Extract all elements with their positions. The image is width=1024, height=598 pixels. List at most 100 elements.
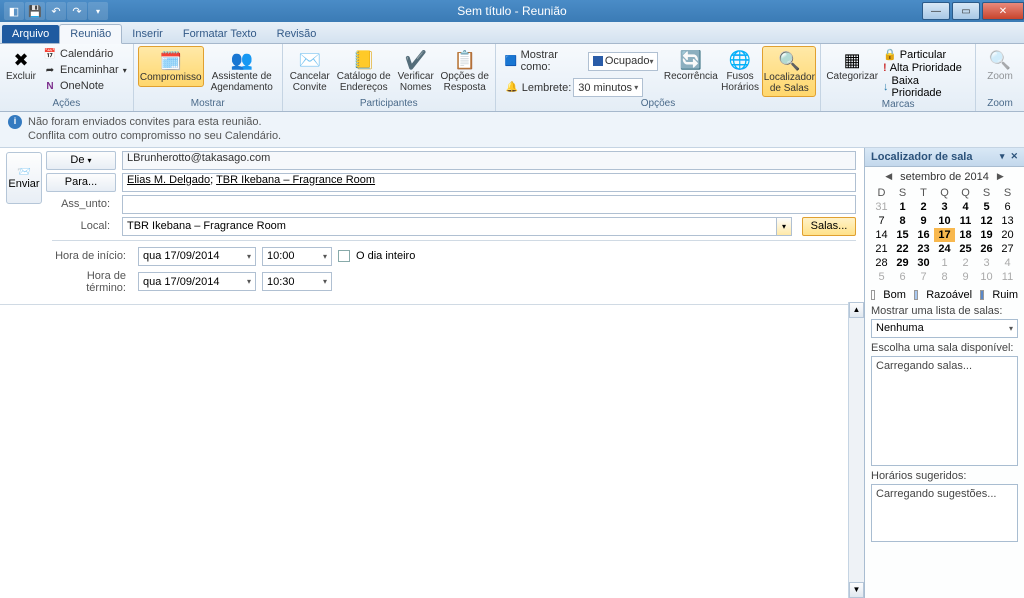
tab-reuniao[interactable]: Reunião	[59, 24, 122, 44]
salas-button[interactable]: Salas...	[802, 217, 856, 236]
calendar-day[interactable]: 31	[871, 200, 892, 214]
calendar-day[interactable]: 11	[955, 214, 976, 228]
scroll-up-icon[interactable]: ▲	[849, 302, 864, 318]
calendar-day[interactable]: 10	[976, 270, 997, 284]
calendar-day[interactable]: 29	[892, 256, 913, 270]
date-end-select[interactable]: qua 17/09/2014▾	[138, 272, 256, 291]
calendar-day[interactable]: 6	[892, 270, 913, 284]
alta-prioridade-button[interactable]: !Alta Prioridade	[881, 62, 971, 74]
date-start-select[interactable]: qua 17/09/2014▾	[138, 247, 256, 266]
local-dropdown[interactable]: ▾	[776, 217, 792, 236]
para-recipient-2[interactable]: TBR Ikebana – Fragrance Room	[216, 174, 375, 186]
salas-disponiveis-list[interactable]: Carregando salas...	[871, 356, 1018, 466]
lembrete-select[interactable]: 30 minutos▾	[573, 78, 643, 97]
send-button[interactable]: 📨 Enviar	[6, 152, 42, 204]
calendar-day[interactable]: 28	[871, 256, 892, 270]
scroll-down-icon[interactable]: ▼	[849, 582, 864, 598]
minimize-button[interactable]: —	[922, 2, 950, 20]
verificar-nomes-button[interactable]: ✔️ Verificar Nomes	[395, 46, 437, 95]
calendar-day[interactable]: 3	[934, 200, 955, 214]
calendar-day[interactable]: 10	[934, 214, 955, 228]
calendar-day[interactable]: 4	[955, 200, 976, 214]
calendar-day[interactable]: 7	[913, 270, 934, 284]
recorrencia-button[interactable]: 🔄 Recorrência	[664, 46, 718, 85]
maximize-button[interactable]: ▭	[952, 2, 980, 20]
onenote-button[interactable]: NOneNote	[40, 78, 129, 94]
calendar-day[interactable]: 23	[913, 242, 934, 256]
tab-inserir[interactable]: Inserir	[122, 25, 173, 43]
calendar-day[interactable]: 5	[871, 270, 892, 284]
cal-prev-icon[interactable]: ◀	[885, 171, 892, 182]
calendar-day[interactable]: 9	[913, 214, 934, 228]
qat-undo-icon[interactable]: ↶	[46, 2, 66, 20]
catalogo-enderecos-button[interactable]: 📒 Catálogo de Endereços	[335, 46, 393, 95]
calendar-day[interactable]: 6	[997, 200, 1018, 214]
qat-save-icon[interactable]: 💾	[25, 2, 45, 20]
tab-formatar-texto[interactable]: Formatar Texto	[173, 25, 267, 43]
horarios-sugeridos-list[interactable]: Carregando sugestões...	[871, 484, 1018, 542]
assunto-input[interactable]	[122, 195, 856, 214]
calendar-day[interactable]: 24	[934, 242, 955, 256]
excluir-button[interactable]: ✖ Excluir	[4, 46, 38, 85]
time-start-select[interactable]: 10:00▾	[262, 247, 332, 266]
calendar-day[interactable]: 22	[892, 242, 913, 256]
para-button[interactable]: Para...	[46, 173, 116, 192]
para-recipient-1[interactable]: Elias M. Delgado	[127, 174, 210, 186]
categorizar-button[interactable]: ▦ Categorizar	[825, 46, 879, 85]
file-tab[interactable]: Arquivo	[2, 25, 59, 43]
tab-revisao[interactable]: Revisão	[267, 25, 327, 43]
calendar-day[interactable]: 1	[934, 256, 955, 270]
particular-button[interactable]: 🔒Particular	[881, 48, 971, 61]
mostrar-como-select[interactable]: Ocupado▾	[588, 52, 658, 71]
cancelar-convite-button[interactable]: ✉️ Cancelar Convite	[287, 46, 333, 95]
calendar-day[interactable]: 25	[955, 242, 976, 256]
calendar-day[interactable]: 2	[955, 256, 976, 270]
calendar-day[interactable]: 9	[955, 270, 976, 284]
calendar-day[interactable]: 21	[871, 242, 892, 256]
rf-close-icon[interactable]: ✕	[1010, 151, 1018, 162]
zoom-button[interactable]: 🔍 Zoom	[980, 46, 1020, 85]
message-body[interactable]	[0, 304, 848, 594]
dia-inteiro-checkbox[interactable]	[338, 250, 350, 262]
close-button[interactable]: ✕	[982, 2, 1024, 20]
opcoes-resposta-button[interactable]: 📋 Opções de Resposta	[439, 46, 491, 95]
calendar-day[interactable]: 13	[997, 214, 1018, 228]
localizador-salas-button[interactable]: 🔍 Localizador de Salas	[762, 46, 816, 97]
body-scrollbar[interactable]: ▲ ▼	[848, 302, 864, 598]
calendar-day[interactable]: 26	[976, 242, 997, 256]
calendar-day[interactable]: 1	[892, 200, 913, 214]
lista-salas-select[interactable]: Nenhuma▾	[871, 319, 1018, 338]
calendar-day[interactable]: 14	[871, 228, 892, 242]
qat-redo-icon[interactable]: ↷	[67, 2, 87, 20]
calendar-day[interactable]: 15	[892, 228, 913, 242]
calendar-day[interactable]: 20	[997, 228, 1018, 242]
calendar-day[interactable]: 19	[976, 228, 997, 242]
assistente-agendamento-button[interactable]: 👥 Assistente de Agendamento	[206, 46, 278, 95]
rf-dropdown-icon[interactable]: ▾	[1000, 151, 1005, 162]
baixa-prioridade-button[interactable]: ↓Baixa Prioridade	[881, 75, 971, 99]
calendar-day[interactable]: 11	[997, 270, 1018, 284]
calendar-day[interactable]: 17	[934, 228, 955, 242]
qat-outlook-icon[interactable]: ◧	[4, 2, 24, 20]
calendar-day[interactable]: 8	[934, 270, 955, 284]
calendar-day[interactable]: 16	[913, 228, 934, 242]
compromisso-button[interactable]: 🗓️ Compromisso	[138, 46, 204, 87]
local-input[interactable]	[122, 217, 776, 236]
calendar-day[interactable]: 4	[997, 256, 1018, 270]
calendar-day[interactable]: 12	[976, 214, 997, 228]
calendar-day[interactable]: 27	[997, 242, 1018, 256]
calendar-day[interactable]: 7	[871, 214, 892, 228]
time-end-select[interactable]: 10:30▾	[262, 272, 332, 291]
calendar-day[interactable]: 8	[892, 214, 913, 228]
calendar-day[interactable]: 5	[976, 200, 997, 214]
calendar-day[interactable]: 18	[955, 228, 976, 242]
calendar-day[interactable]: 30	[913, 256, 934, 270]
cal-next-icon[interactable]: ▶	[997, 171, 1004, 182]
encaminhar-button[interactable]: ➦Encaminhar▾	[40, 62, 129, 78]
calendar-day[interactable]: 3	[976, 256, 997, 270]
qat-dropdown-icon[interactable]: ▾	[88, 2, 108, 20]
calendario-button[interactable]: 📅Calendário	[40, 46, 129, 62]
para-field[interactable]: Elias M. Delgado; TBR Ikebana – Fragranc…	[122, 173, 856, 192]
fusos-horarios-button[interactable]: 🌐 Fusos Horários	[720, 46, 761, 95]
de-button[interactable]: De ▾	[46, 151, 116, 170]
